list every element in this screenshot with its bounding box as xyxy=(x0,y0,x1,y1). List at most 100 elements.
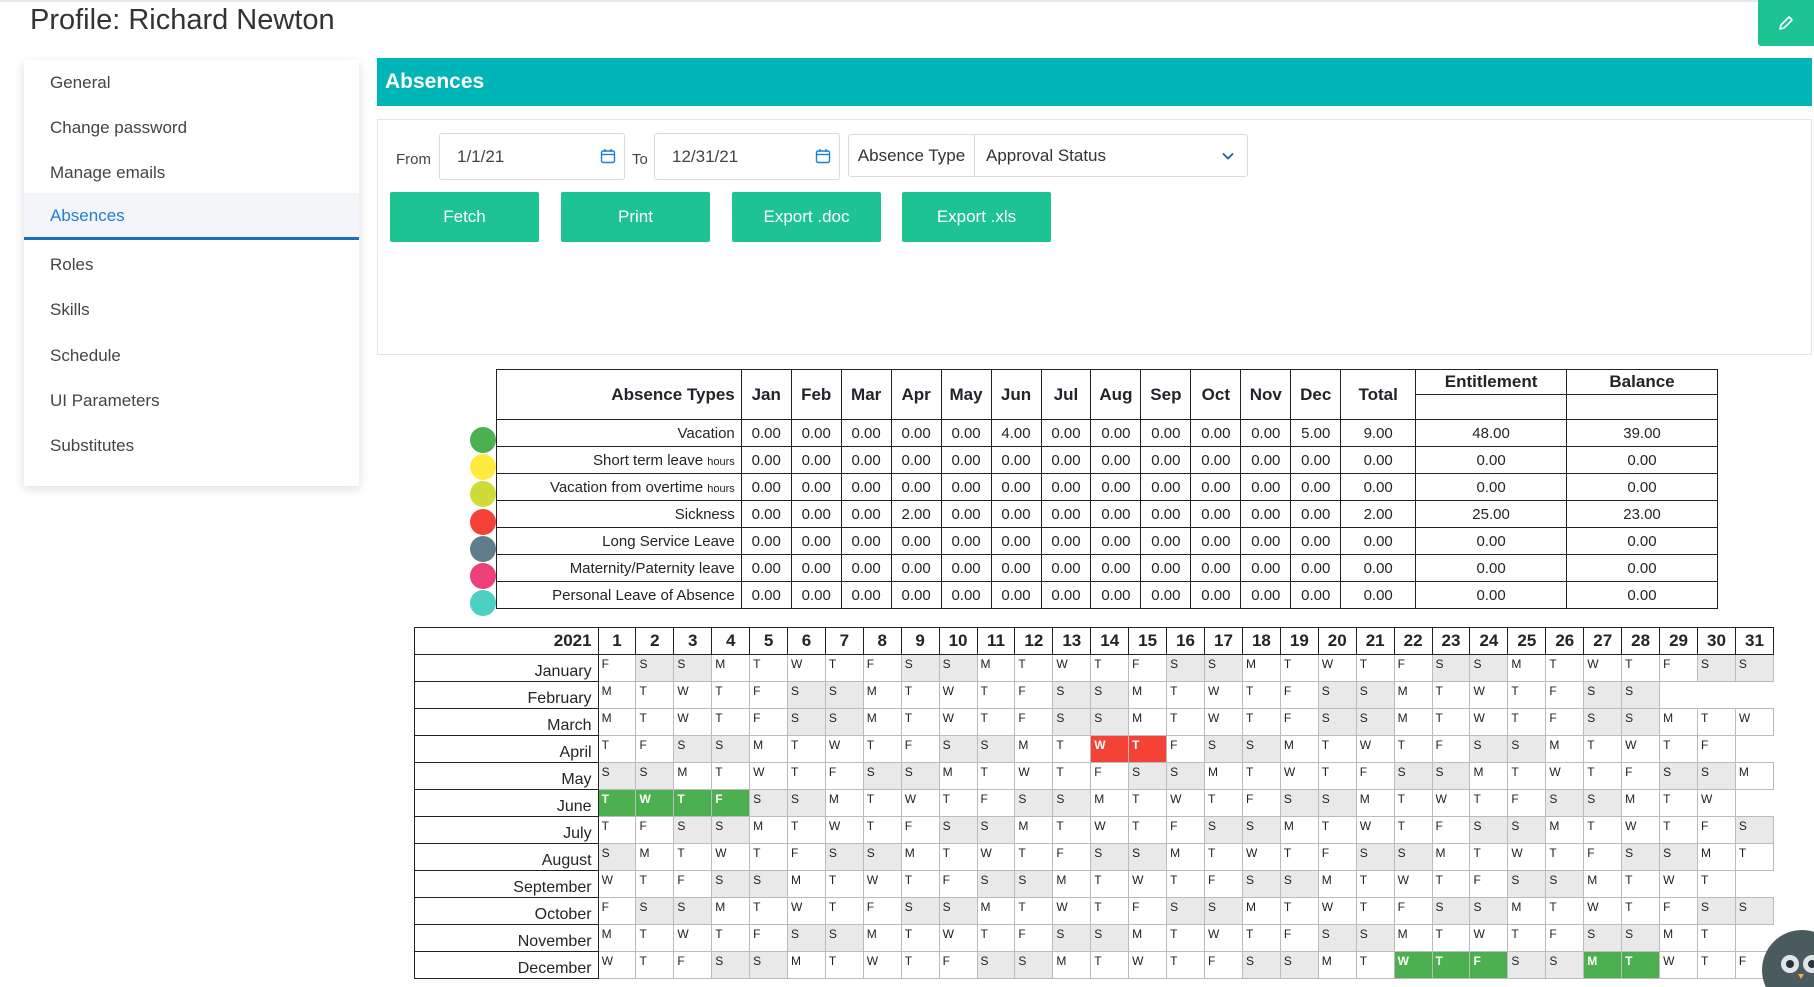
calendar-day-cell[interactable]: M xyxy=(1090,789,1130,817)
calendar-day-cell[interactable]: F xyxy=(673,951,713,979)
calendar-day-cell[interactable]: W xyxy=(1583,897,1623,925)
calendar-day-cell[interactable]: S xyxy=(1204,897,1243,925)
calendar-day-cell[interactable]: M xyxy=(597,708,637,736)
calendar-day-cell[interactable]: M xyxy=(1052,951,1092,979)
calendar-day-cell[interactable]: S xyxy=(1621,681,1661,709)
calendar-day-cell[interactable]: W xyxy=(862,870,902,898)
calendar-day-cell[interactable]: W xyxy=(1279,762,1319,790)
calendar-day-cell[interactable]: S xyxy=(1204,816,1243,844)
calendar-day-cell[interactable]: M xyxy=(900,843,940,871)
calendar-day-cell[interactable]: S xyxy=(1052,924,1092,952)
calendar-day-cell[interactable]: S xyxy=(635,897,675,925)
calendar-day-cell[interactable]: S xyxy=(1317,924,1357,952)
calendar-day-cell[interactable]: F xyxy=(749,924,789,952)
calendar-day-cell[interactable]: T xyxy=(862,735,902,763)
calendar-day-cell[interactable]: T xyxy=(900,681,940,709)
calendar-day-cell[interactable]: W xyxy=(1090,735,1130,763)
calendar-day-cell[interactable]: M xyxy=(749,735,789,763)
calendar-day-cell[interactable]: W xyxy=(900,789,940,817)
calendar-day-cell[interactable]: T xyxy=(900,708,940,736)
calendar-day-cell[interactable]: T xyxy=(900,951,940,979)
chevron-down-icon[interactable] xyxy=(1221,149,1235,163)
calendar-day-cell[interactable]: M xyxy=(1583,870,1623,898)
calendar-day-cell[interactable]: T xyxy=(1355,897,1395,925)
calendar-day-cell[interactable]: S xyxy=(597,762,637,790)
calendar-day-cell[interactable]: M xyxy=(1393,708,1433,736)
calendar-day-cell[interactable]: W xyxy=(1014,762,1054,790)
calendar-day-cell[interactable]: S xyxy=(787,924,826,952)
calendar-day-cell[interactable]: M xyxy=(976,654,1016,682)
export-xls-button[interactable]: Export .xls xyxy=(902,192,1051,242)
calendar-day-cell[interactable]: T xyxy=(749,897,789,925)
calendar-day-cell[interactable]: F xyxy=(597,897,637,925)
calendar-day-cell[interactable]: F xyxy=(1204,951,1243,979)
calendar-day-cell[interactable]: M xyxy=(787,951,826,979)
calendar-day-cell[interactable]: F xyxy=(1431,735,1471,763)
calendar-day-cell[interactable]: F xyxy=(1621,762,1661,790)
calendar-day-cell[interactable]: W xyxy=(597,951,637,979)
calendar-day-cell[interactable]: F xyxy=(1469,951,1509,979)
calendar-day-cell[interactable]: W xyxy=(1166,789,1206,817)
calendar-day-cell[interactable]: S xyxy=(1317,708,1357,736)
calendar-day-cell[interactable]: T xyxy=(1090,654,1130,682)
calendar-day-cell[interactable]: S xyxy=(1431,762,1471,790)
calendar-day-cell[interactable]: T xyxy=(1317,816,1357,844)
calendar-day-cell[interactable]: M xyxy=(787,870,826,898)
calendar-day-cell[interactable]: T xyxy=(1090,951,1130,979)
calendar-day-cell[interactable]: S xyxy=(1355,924,1395,952)
calendar-day-cell[interactable]: S xyxy=(1583,789,1623,817)
calendar-day-cell[interactable]: F xyxy=(1545,708,1585,736)
calendar-day-cell[interactable]: F xyxy=(1697,735,1736,763)
calendar-day-cell[interactable]: S xyxy=(862,843,902,871)
calendar-day-cell[interactable]: S xyxy=(1469,654,1509,682)
sidebar-item-roles[interactable]: Roles xyxy=(24,242,359,288)
calendar-day-cell[interactable]: S xyxy=(1621,708,1661,736)
calendar-day-cell[interactable]: S xyxy=(824,708,864,736)
calendar-day-cell[interactable]: T xyxy=(597,816,637,844)
calendar-day-cell[interactable]: T xyxy=(1393,789,1433,817)
calendar-day-cell[interactable]: W xyxy=(1204,924,1243,952)
calendar-day-cell[interactable]: W xyxy=(1621,735,1661,763)
calendar-day-cell[interactable]: S xyxy=(1583,681,1623,709)
calendar-day-cell[interactable]: S xyxy=(635,654,675,682)
calendar-day-cell[interactable]: M xyxy=(1317,951,1357,979)
from-date-input[interactable]: 1/1/21 xyxy=(439,133,625,180)
calendar-day-cell[interactable]: M xyxy=(1469,762,1509,790)
calendar-day-cell[interactable]: S xyxy=(1241,870,1281,898)
calendar-day-cell[interactable]: S xyxy=(976,870,1016,898)
calendar-day-cell[interactable]: M xyxy=(1052,870,1092,898)
calendar-day-cell[interactable]: W xyxy=(1317,654,1357,682)
calendar-day-cell[interactable]: T xyxy=(787,735,826,763)
export-doc-button[interactable]: Export .doc xyxy=(732,192,881,242)
calendar-day-cell[interactable]: W xyxy=(824,816,864,844)
calendar-day-cell[interactable]: F xyxy=(900,816,940,844)
calendar-day-cell[interactable]: T xyxy=(1545,897,1585,925)
calendar-day-cell[interactable]: S xyxy=(1507,870,1547,898)
calendar-day-cell[interactable]: T xyxy=(1204,843,1243,871)
calendar-day-cell[interactable]: T xyxy=(1393,735,1433,763)
calendar-day-cell[interactable]: T xyxy=(1697,708,1736,736)
calendar-day-cell[interactable]: T xyxy=(1166,924,1206,952)
calendar-day-cell[interactable]: M xyxy=(1507,654,1547,682)
calendar-day-cell[interactable]: S xyxy=(824,681,864,709)
calendar-day-cell[interactable]: T xyxy=(787,816,826,844)
calendar-day-cell[interactable]: W xyxy=(787,654,826,682)
calendar-day-cell[interactable]: S xyxy=(1052,681,1092,709)
calendar-day-cell[interactable]: T xyxy=(1507,762,1547,790)
calendar-day-cell[interactable]: S xyxy=(787,681,826,709)
calendar-day-cell[interactable]: S xyxy=(1583,708,1623,736)
calendar-day-cell[interactable]: T xyxy=(1241,708,1281,736)
calendar-day-cell[interactable]: T xyxy=(1545,843,1585,871)
calendar-day-cell[interactable]: M xyxy=(1697,843,1736,871)
calendar-day-cell[interactable]: S xyxy=(1166,654,1206,682)
calendar-day-cell[interactable]: T xyxy=(1583,735,1623,763)
calendar-day-cell[interactable]: S xyxy=(1431,897,1471,925)
calendar-day-cell[interactable]: M xyxy=(862,708,902,736)
calendar-day-cell[interactable]: T xyxy=(1014,897,1054,925)
calendar-day-cell[interactable]: T xyxy=(1355,870,1395,898)
approval-status-select[interactable]: Approval Status xyxy=(986,135,1106,176)
calendar-day-cell[interactable]: T xyxy=(1583,816,1623,844)
calendar-day-cell[interactable]: F xyxy=(1393,654,1433,682)
calendar-day-cell[interactable]: W xyxy=(1469,681,1509,709)
calendar-day-cell[interactable]: F xyxy=(635,816,675,844)
